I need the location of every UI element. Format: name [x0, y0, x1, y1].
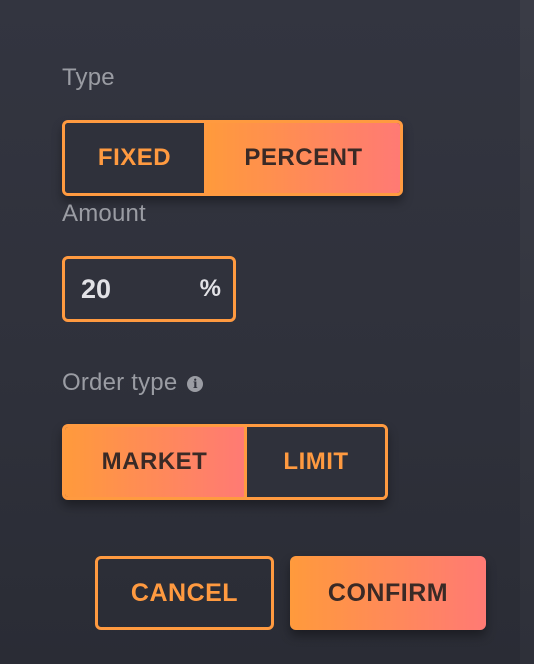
order-settings-panel: Type FIXED PERCENT Amount % Order type i… [0, 0, 534, 664]
type-label: Type [62, 64, 115, 91]
order-type-label-row: Order type i [62, 369, 204, 397]
cancel-button[interactable]: CANCEL [95, 556, 274, 630]
amount-label: Amount [62, 200, 146, 227]
type-toggle: FIXED PERCENT [62, 120, 403, 196]
amount-field[interactable]: % [62, 256, 236, 322]
order-type-market-button[interactable]: MARKET [65, 427, 247, 497]
type-fixed-button[interactable]: FIXED [65, 123, 207, 193]
amount-unit: % [199, 275, 221, 302]
info-icon[interactable]: i [187, 376, 204, 392]
type-percent-button[interactable]: PERCENT [207, 123, 400, 193]
order-type-label: Order type [62, 369, 178, 396]
order-type-toggle: MARKET LIMIT [62, 424, 388, 500]
panel-edge [520, 0, 534, 664]
order-type-limit-button[interactable]: LIMIT [247, 427, 385, 497]
amount-input[interactable] [79, 272, 173, 306]
confirm-button[interactable]: CONFIRM [290, 556, 486, 630]
